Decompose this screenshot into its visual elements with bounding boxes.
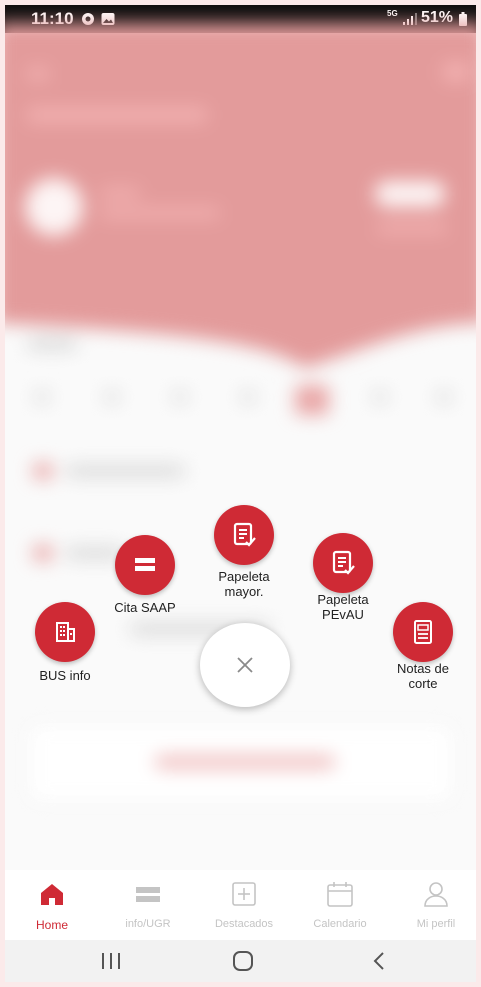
notas-de-corte-button[interactable] (393, 602, 453, 662)
back-icon[interactable] (359, 948, 399, 974)
recent-apps-icon[interactable] (91, 948, 131, 974)
cita-saap-label: Cita SAAP (114, 600, 176, 615)
papeleta-mayor-label: Papeleta mayor. (218, 569, 270, 599)
nav-item-home[interactable]: Home (5, 870, 99, 940)
nav-label-info-ugr: info/UGR (125, 918, 171, 930)
document-check-icon (332, 550, 355, 575)
nav-item-destacados[interactable]: Destacados (197, 870, 291, 940)
close-icon (237, 657, 253, 673)
nav-label-destacados: Destacados (214, 918, 274, 930)
card-icon (136, 887, 160, 902)
user-icon (424, 882, 448, 907)
home-icon (41, 884, 63, 905)
notas-de-corte-label: Notas de corte (396, 661, 450, 691)
close-speed-dial-button[interactable] (200, 623, 290, 707)
phone-screen: 11:10 5G 51% Papeleta mayor. Cita SAAP P… (5, 5, 476, 982)
bus-info-button[interactable] (35, 602, 95, 662)
papeleta-mayor-button[interactable] (214, 505, 274, 565)
nav-item-calendario[interactable]: Calendario (293, 870, 387, 940)
papeleta-pevau-label: Papeleta PEvAU (317, 592, 369, 622)
bottom-navigation: Home info/UGR Destacados Calendario Mi p… (5, 870, 476, 940)
cita-saap-button[interactable] (115, 535, 175, 595)
blurred-background (5, 23, 476, 873)
certificate-icon (414, 620, 432, 644)
home-button-icon[interactable] (223, 948, 263, 974)
bus-info-label: BUS info (39, 668, 91, 683)
document-check-icon (233, 522, 256, 547)
building-icon (56, 622, 75, 642)
system-navigation-bar (5, 940, 476, 982)
papeleta-pevau-button[interactable] (313, 533, 373, 593)
network-type: 5G (387, 9, 398, 18)
nav-label-mi-perfil: Mi perfil (416, 918, 456, 930)
nav-item-info-ugr[interactable]: info/UGR (101, 870, 195, 940)
nav-item-mi-perfil[interactable]: Mi perfil (389, 870, 476, 940)
nav-label-calendario: Calendario (313, 918, 367, 930)
plus-square-icon (232, 882, 256, 906)
calendar-icon (327, 882, 353, 907)
nav-label-home: Home (35, 918, 68, 932)
card-icon (135, 558, 155, 571)
